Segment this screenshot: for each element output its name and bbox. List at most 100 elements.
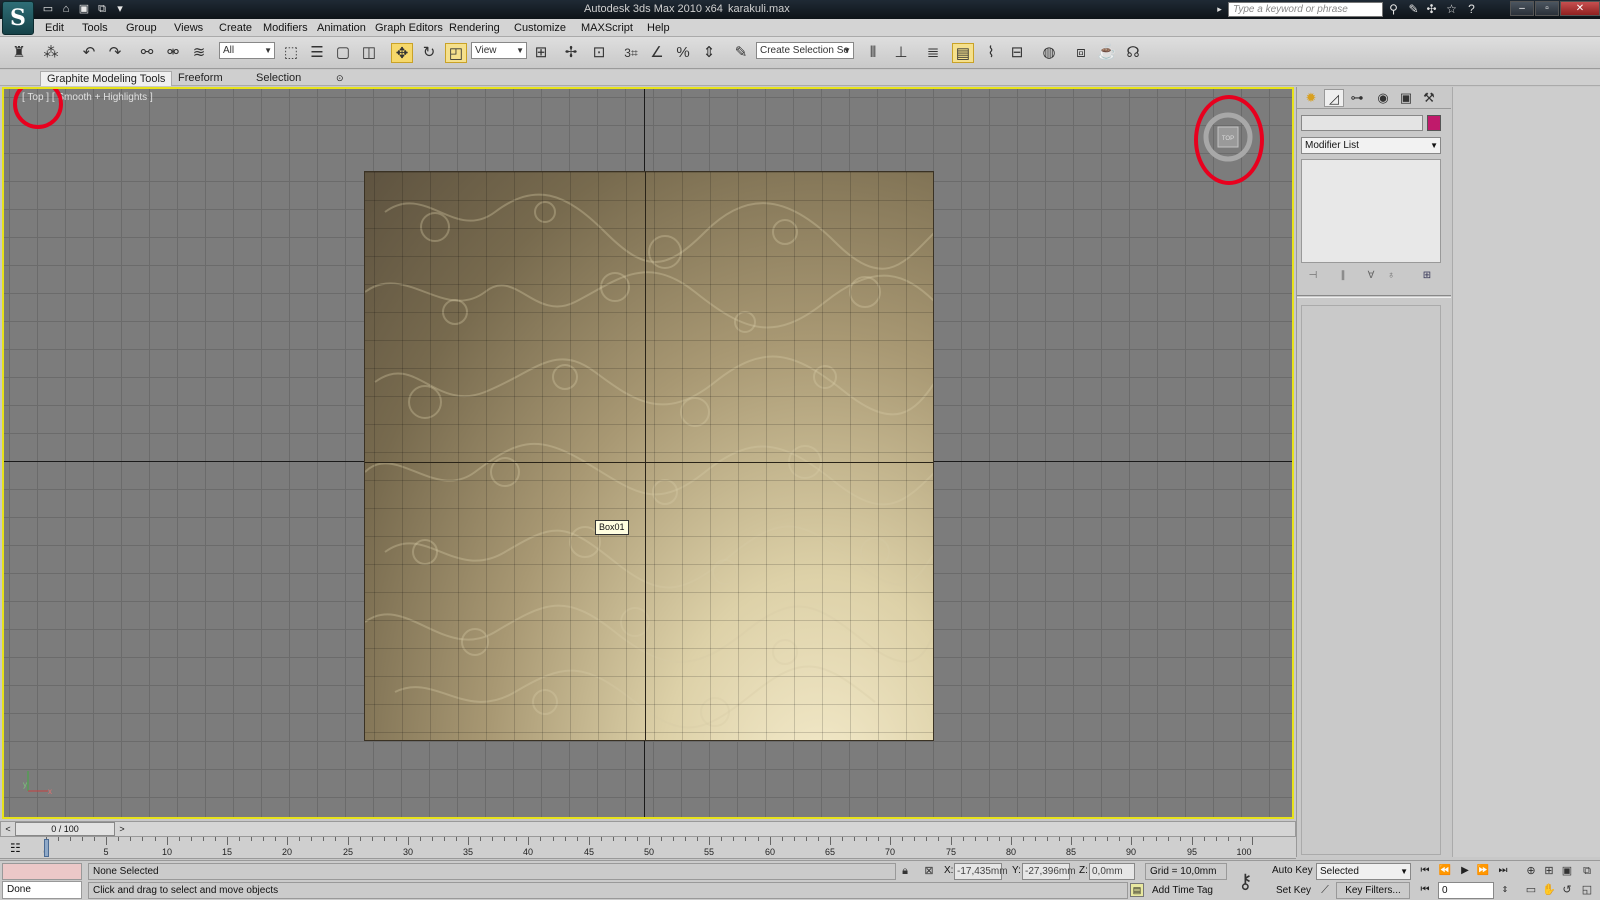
layer-manager-icon[interactable]: ≣ [922, 43, 944, 63]
create-icon[interactable]: ✹ [1301, 89, 1321, 107]
show-end-result-icon[interactable]: ∥ [1335, 270, 1351, 284]
save-icon[interactable]: ▣ [76, 2, 92, 16]
project-folder-icon[interactable]: ⧉ [94, 2, 110, 16]
select-object-icon[interactable]: ⬚ [280, 43, 302, 63]
selection-filter-dropdown[interactable]: All ▼ [219, 42, 275, 59]
z-coordinate-field[interactable]: 0,0mm [1089, 863, 1135, 880]
hierarchy-icon[interactable]: ⊶ [1347, 89, 1367, 107]
utilities-icon[interactable]: ⚒ [1419, 89, 1439, 107]
pin-stack-icon[interactable]: ⊣ [1305, 270, 1321, 284]
help-icon[interactable]: ? [1464, 2, 1479, 17]
snaps-toggle-icon[interactable]: 3⌗ [620, 43, 642, 63]
remove-modifier-icon[interactable]: ♁ [1383, 270, 1399, 284]
unlink-selection-icon[interactable]: ⚮ [162, 43, 184, 63]
menu-modifiers[interactable]: Modifiers [263, 22, 308, 34]
maximize-button[interactable]: ▫ [1535, 1, 1559, 16]
object-color-swatch[interactable] [1427, 115, 1441, 131]
select-by-name-icon[interactable]: ☰ [306, 43, 328, 63]
key-mode-toggle-icon[interactable]: ⏮ [1416, 882, 1434, 899]
scene-explorer-icon[interactable]: ♜ [8, 43, 30, 63]
menu-graph-editors[interactable]: Graph Editors [375, 22, 443, 34]
go-to-end-icon[interactable]: ⏭ [1494, 863, 1512, 880]
mini-curve-editor-icon[interactable]: ☷ [10, 841, 21, 855]
reference-coordinate-dropdown[interactable]: View ▼ [471, 42, 527, 59]
select-and-scale-icon[interactable]: ◰ [445, 43, 467, 63]
subscription-icon[interactable]: ✎ [1406, 2, 1421, 17]
zoom-icon[interactable]: ⊕ [1522, 863, 1540, 880]
tab-graphite-modeling-tools[interactable]: Graphite Modeling Tools [40, 71, 173, 86]
material-editor-icon[interactable]: ◍ [1038, 43, 1060, 63]
redo-icon[interactable]: ↷ [104, 43, 126, 63]
percent-snap-icon[interactable]: % [672, 43, 694, 63]
maxscript-mini-listener[interactable] [2, 863, 82, 880]
schematic-view-icon[interactable]: ⊟ [1006, 43, 1028, 63]
open-file-icon[interactable]: ⌂ [58, 2, 74, 16]
new-file-icon[interactable]: ▭ [40, 2, 56, 16]
workspace-icon[interactable]: ⁂ [40, 43, 62, 63]
field-of-view-icon[interactable]: ▭ [1522, 882, 1540, 899]
graphite-ribbon-toggle-icon[interactable]: ▤ [952, 43, 974, 63]
time-tag-icon[interactable]: ▤ [1130, 883, 1144, 897]
modifier-stack[interactable] [1301, 159, 1441, 263]
time-slider[interactable]: < 0 / 100 > [0, 821, 1296, 837]
tab-freeform[interactable]: Freeform [172, 71, 229, 86]
rectangular-selection-icon[interactable]: ▢ [332, 43, 354, 63]
add-time-tag[interactable]: Add Time Tag [1152, 885, 1213, 896]
keyboard-shortcut-override-icon[interactable]: ⊡ [588, 43, 610, 63]
menu-rendering[interactable]: Rendering [449, 22, 500, 34]
align-icon[interactable]: ⊥ [890, 43, 912, 63]
top-viewport[interactable]: [ Top ] [ Smooth + Highlights ] Box01 TO… [2, 87, 1294, 819]
render-production-icon[interactable]: ☊ [1122, 43, 1144, 63]
previous-frame-icon[interactable]: ⏪ [1436, 863, 1454, 880]
select-and-rotate-icon[interactable]: ↻ [418, 43, 440, 63]
key-mode-dropdown[interactable]: Selected ▼ [1316, 863, 1411, 880]
box01-object[interactable] [364, 171, 934, 741]
select-and-link-icon[interactable]: ⚯ [136, 43, 158, 63]
track-bar[interactable]: ☷ 05101520253035404550556065707580859095… [0, 837, 1296, 859]
menu-help[interactable]: Help [647, 22, 670, 34]
display-icon[interactable]: ▣ [1396, 89, 1416, 107]
zoom-extents-icon[interactable]: ▣ [1558, 863, 1576, 880]
time-configuration-icon[interactable]: ⇕ [1496, 882, 1514, 899]
key-tangent-icon[interactable]: ⟋ [1316, 882, 1334, 899]
pan-view-icon[interactable]: ✋ [1540, 882, 1558, 899]
render-setup-icon[interactable]: ⧈ [1070, 43, 1092, 63]
time-slider-next-button[interactable]: > [117, 823, 127, 835]
menu-customize[interactable]: Customize [514, 22, 566, 34]
set-key-icon[interactable]: ⚷ [1238, 869, 1253, 894]
next-frame-icon[interactable]: ⏩ [1474, 863, 1492, 880]
motion-icon[interactable]: ◉ [1373, 89, 1393, 107]
favorites-star-icon[interactable]: ☆ [1444, 2, 1459, 17]
modifier-list-dropdown[interactable]: Modifier List ▼ [1301, 137, 1441, 154]
make-unique-icon[interactable]: ∀ [1363, 270, 1379, 284]
time-slider-thumb[interactable]: 0 / 100 [15, 822, 115, 836]
time-slider-prev-button[interactable]: < [3, 823, 13, 835]
close-button[interactable]: ✕ [1560, 1, 1600, 16]
communication-center-icon[interactable]: ✣ [1424, 2, 1439, 17]
search-input[interactable]: Type a keyword or phrase [1228, 2, 1383, 17]
maxscript-output[interactable]: Done [2, 881, 82, 899]
track-ruler[interactable]: 0510152025303540455055606570758085909510… [43, 837, 1253, 859]
manipulate-icon[interactable]: ✢ [560, 43, 582, 63]
pivot-center-icon[interactable]: ⊞ [530, 43, 552, 63]
menu-group[interactable]: Group [126, 22, 157, 34]
search-expand-icon[interactable]: ▸ [1212, 2, 1227, 17]
menu-animation[interactable]: Animation [317, 22, 366, 34]
zoom-all-icon[interactable]: ⊞ [1540, 863, 1558, 880]
modify-icon[interactable]: ◿ [1324, 89, 1344, 107]
spinner-snap-icon[interactable]: ⇕ [698, 43, 720, 63]
configure-modifier-sets-icon[interactable]: ⊞ [1419, 270, 1435, 284]
mirror-icon[interactable]: ⫴ [862, 43, 884, 63]
y-coordinate-field[interactable]: -27,396mm [1022, 863, 1076, 880]
track-bar-cursor[interactable] [44, 839, 49, 857]
application-menu-button[interactable]: S [2, 1, 34, 35]
orbit-icon[interactable]: ↺ [1558, 882, 1576, 899]
rendered-frame-window-icon[interactable]: ☕ [1096, 43, 1118, 63]
bind-space-warp-icon[interactable]: ≋ [188, 43, 210, 63]
dropdown-icon[interactable]: ▾ [112, 2, 128, 16]
menu-views[interactable]: Views [174, 22, 203, 34]
select-and-move-icon[interactable]: ✥ [391, 43, 413, 63]
window-crossing-icon[interactable]: ◫ [358, 43, 380, 63]
undo-icon[interactable]: ↶ [78, 43, 100, 63]
go-to-start-icon[interactable]: ⏮ [1416, 863, 1434, 880]
